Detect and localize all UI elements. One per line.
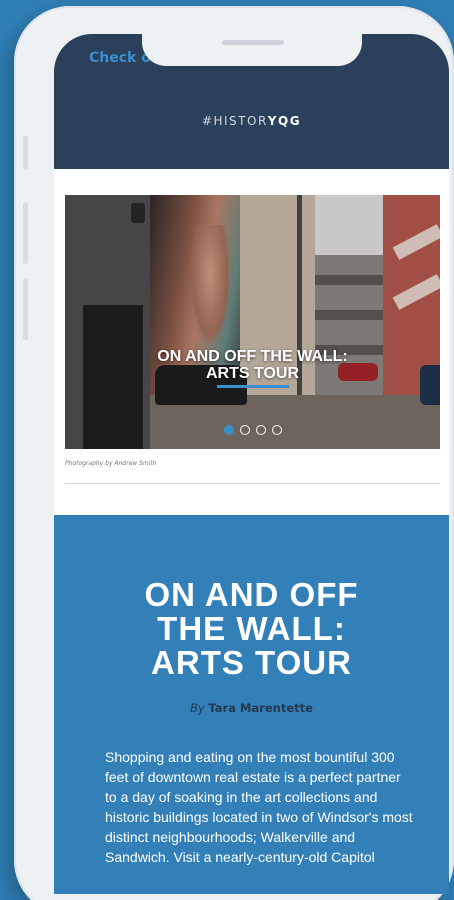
mute-switch (23, 136, 28, 170)
article-title-line2: THE WALL: (157, 610, 346, 647)
article-byline: By Tara Marentette (54, 701, 449, 715)
hero-caption-line2: ARTS TOUR (205, 365, 300, 382)
article-section: ON AND OFF THE WALL: ARTS TOUR By Tara M… (54, 515, 449, 894)
speaker-grille (222, 40, 284, 45)
byline-author[interactable]: Tara Marentette (208, 701, 313, 715)
carousel-dots (65, 425, 440, 435)
hero-caption-underline (216, 385, 289, 388)
volume-down-button (23, 278, 28, 340)
carousel-dot-4[interactable] (271, 425, 282, 435)
hero-caption-line1: ON AND OFF THE WALL: (157, 348, 348, 365)
article-title: ON AND OFF THE WALL: ARTS TOUR (54, 578, 449, 680)
article-body: Shopping and eating on the most bountifu… (105, 749, 413, 865)
hashtag-prefix: #HISTOR (201, 114, 268, 128)
section-divider (65, 483, 440, 484)
hashtag-label: #HISTORYQG (54, 114, 449, 128)
hashtag-bold: YQG (267, 114, 302, 128)
carousel-dot-3[interactable] (255, 425, 266, 435)
carousel-dot-2[interactable] (239, 425, 250, 435)
phone-screen: Check ou #HISTORYQG ON AND OFF THE WALL:… (54, 34, 449, 894)
volume-up-button (23, 202, 28, 264)
phone-notch (142, 34, 362, 66)
hero-caption[interactable]: ON AND OFF THE WALL: ARTS TOUR (65, 348, 440, 388)
byline-prefix: By (190, 701, 205, 715)
photo-credit: Photography by Andrew Smith (65, 460, 157, 467)
hero-carousel[interactable]: ON AND OFF THE WALL: ARTS TOUR (65, 195, 440, 449)
article-title-line3: ARTS TOUR (151, 644, 352, 681)
article-title-line1: ON AND OFF (144, 576, 359, 613)
carousel-dot-1[interactable] (223, 425, 234, 435)
phone-frame: Check ou #HISTORYQG ON AND OFF THE WALL:… (14, 6, 454, 900)
